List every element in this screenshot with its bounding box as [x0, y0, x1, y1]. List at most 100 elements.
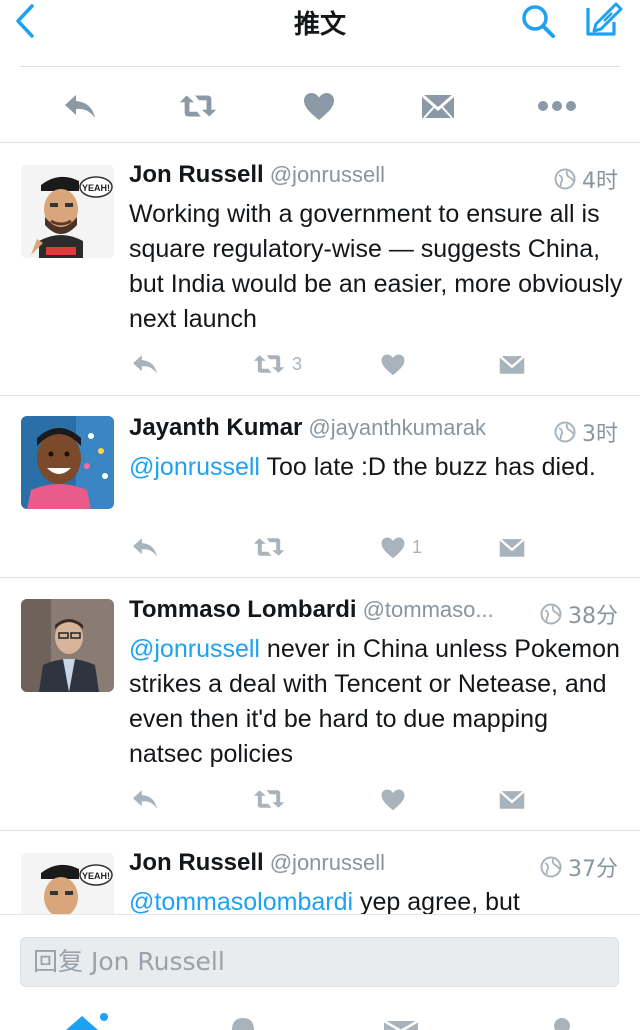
tweet-time: 37分	[540, 851, 618, 883]
svg-text:YEAH!: YEAH!	[82, 871, 110, 881]
like-count: 1	[412, 536, 423, 557]
tweet-mention[interactable]: @tommasolombardi	[129, 888, 353, 914]
tweet-time: 4时	[554, 163, 618, 195]
avatar[interactable]: YEAH!	[21, 853, 114, 914]
like-icon	[381, 537, 405, 558]
tweet-row[interactable]: YEAH! Jon Russell @jonrussell 4时 Working …	[0, 143, 640, 395]
tweet-time: 38分	[540, 598, 618, 630]
author-name: Jon Russell	[129, 161, 264, 188]
avatar[interactable]	[21, 599, 114, 692]
globe-icon	[540, 603, 562, 625]
tweet-actions	[0, 784, 640, 814]
globe-icon	[540, 856, 562, 878]
retweet-button[interactable]	[252, 784, 292, 814]
retweet-button[interactable]	[252, 532, 292, 562]
tweet-body: yep agree, but	[353, 888, 520, 914]
like-icon	[381, 789, 405, 810]
like-button[interactable]: 1	[380, 532, 422, 562]
like-icon	[304, 93, 334, 120]
tab-messages[interactable]	[382, 1018, 420, 1030]
more-button[interactable]	[537, 86, 577, 126]
tweet-author[interactable]: Jayanth Kumar @jayanthkumarak	[129, 414, 486, 442]
reply-button[interactable]	[130, 349, 160, 379]
globe-icon	[554, 168, 576, 190]
tweet-row[interactable]: Jayanth Kumar @jayanthkumarak 3时 @jonruss…	[0, 396, 640, 577]
bell-icon	[232, 1018, 254, 1030]
tweet-text: @tommasolombardi yep agree, but	[129, 885, 624, 914]
avatar-tommaso-lombardi-icon	[21, 599, 114, 692]
like-button[interactable]	[380, 349, 412, 379]
tweet-actions: 3	[0, 349, 640, 379]
tweet-text: Working with a government to ensure all …	[129, 197, 624, 337]
tab-home[interactable]	[62, 1012, 108, 1030]
avatar-jon-russell-icon: YEAH!	[21, 165, 114, 258]
tweet-row[interactable]: Tommaso Lombardi @tommaso... 38分 @jonruss…	[0, 578, 640, 830]
tweet-author[interactable]: Tommaso Lombardi @tommaso...	[129, 596, 494, 624]
tab-bar	[0, 994, 640, 1030]
tweet-text: @jonrussell never in China unless Pokemo…	[129, 632, 624, 772]
tweet-time: 3时	[554, 416, 618, 448]
retweet-count: 3	[292, 353, 303, 374]
reply-icon	[65, 95, 95, 118]
like-button[interactable]	[380, 784, 412, 814]
reply-bar: 回复 Jon Russell	[0, 914, 640, 994]
like-button[interactable]	[299, 86, 339, 126]
author-handle: @jayanthkumarak	[308, 415, 487, 440]
compose-button[interactable]	[582, 0, 624, 40]
time-label: 4时	[582, 169, 618, 194]
tweet-mention[interactable]: @jonrussell	[129, 635, 260, 663]
time-label: 38分	[568, 604, 618, 629]
author-handle: @jonrussell	[269, 162, 385, 187]
message-button[interactable]	[498, 349, 526, 379]
header-divider	[20, 66, 620, 67]
author-name: Jon Russell	[129, 849, 264, 876]
reply-icon	[133, 355, 157, 374]
svg-text:YEAH!: YEAH!	[82, 183, 110, 193]
tweet-row[interactable]: YEAH! Jon Russell @jonrussell 37分 @tommas…	[0, 831, 640, 914]
time-label: 3时	[582, 422, 618, 447]
globe-icon	[554, 421, 576, 443]
retweet-icon	[253, 538, 285, 556]
retweet-button[interactable]	[178, 86, 218, 126]
main-tweet-actions	[0, 72, 640, 142]
search-icon	[522, 5, 555, 38]
avatar-jon-russell-icon: YEAH!	[21, 853, 114, 914]
author-name: Jayanth Kumar	[129, 414, 303, 441]
home-icon	[66, 1013, 108, 1030]
author-handle: @tommaso...	[362, 597, 494, 622]
message-icon	[421, 93, 455, 119]
author-handle: @jonrussell	[269, 850, 385, 875]
tab-notifications[interactable]	[228, 1016, 258, 1030]
retweet-icon	[253, 790, 285, 808]
retweet-button[interactable]: 3	[252, 349, 302, 379]
reply-button[interactable]	[130, 784, 160, 814]
time-label: 37分	[568, 857, 618, 882]
like-icon	[381, 354, 405, 375]
profile-icon	[554, 1018, 570, 1030]
author-name: Tommaso Lombardi	[129, 596, 357, 623]
search-button[interactable]	[518, 2, 558, 40]
tweet-author[interactable]: Jon Russell @jonrussell	[129, 161, 385, 189]
reply-button[interactable]	[130, 532, 160, 562]
message-button[interactable]	[418, 86, 458, 126]
message-button[interactable]	[498, 784, 526, 814]
tweet-mention[interactable]: @jonrussell	[129, 453, 260, 481]
retweet-icon	[179, 95, 217, 117]
reply-button[interactable]	[60, 86, 100, 126]
tweet-author[interactable]: Jon Russell @jonrussell	[129, 849, 385, 877]
avatar[interactable]: YEAH!	[21, 165, 114, 258]
message-icon	[498, 537, 526, 557]
avatar-jayanth-kumar-icon	[21, 416, 114, 509]
reply-icon	[133, 790, 157, 809]
tweet-text: @jonrussell Too late :D the buzz has die…	[129, 450, 624, 485]
tab-me[interactable]	[548, 1016, 576, 1030]
reply-input[interactable]: 回复 Jon Russell	[20, 937, 619, 987]
tweet-actions: 1	[0, 532, 640, 562]
more-icon	[538, 101, 576, 111]
reply-icon	[133, 538, 157, 557]
message-button[interactable]	[498, 532, 526, 562]
retweet-icon	[253, 355, 285, 373]
message-icon	[498, 789, 526, 809]
tweet-body: Too late :D the buzz has died.	[259, 453, 596, 481]
avatar[interactable]	[21, 416, 114, 509]
